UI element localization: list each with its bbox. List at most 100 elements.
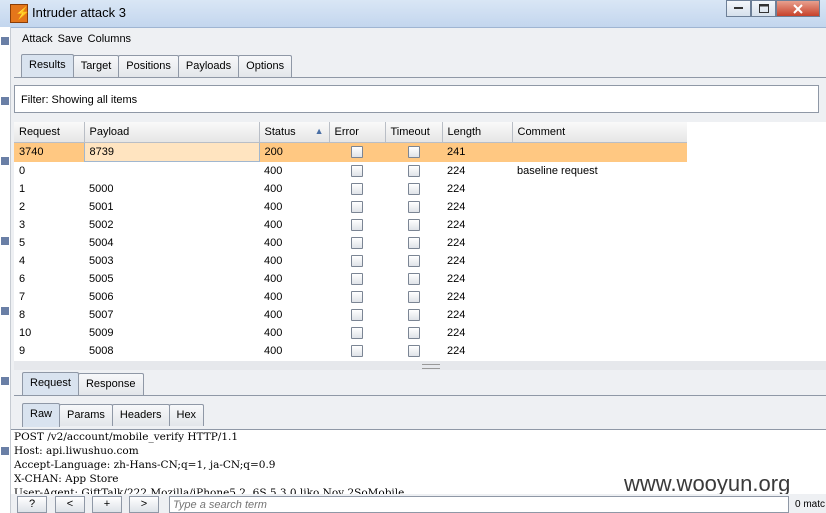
timeout-checkbox[interactable] xyxy=(407,164,420,177)
background-window-edge xyxy=(0,27,11,513)
timeout-checkbox[interactable] xyxy=(407,201,420,214)
search-input[interactable] xyxy=(170,497,763,513)
col-status-label: Status xyxy=(264,126,296,138)
timeout-checkbox[interactable] xyxy=(407,146,420,159)
col-comment[interactable]: Comment xyxy=(512,122,687,143)
filter-label: Filter: Showing all items xyxy=(21,94,138,106)
timeout-checkbox[interactable] xyxy=(407,345,420,358)
error-checkbox[interactable] xyxy=(351,273,363,286)
timeout-checkbox[interactable] xyxy=(407,309,420,322)
table-row[interactable]: 5 5004 400 224 xyxy=(14,234,687,252)
table-row[interactable]: 0 400 224 baseline request xyxy=(14,162,687,181)
col-length[interactable]: Length xyxy=(442,122,513,143)
error-checkbox[interactable] xyxy=(351,255,363,268)
filter-bar[interactable]: Filter: Showing all items xyxy=(14,85,819,113)
error-checkbox[interactable] xyxy=(351,164,363,177)
close-button[interactable] xyxy=(776,0,820,17)
timeout-checkbox[interactable] xyxy=(407,327,420,340)
error-checkbox[interactable] xyxy=(351,345,363,358)
col-timeout[interactable]: Timeout xyxy=(385,122,443,143)
col-error[interactable]: Error xyxy=(329,122,386,143)
request-line: Host: api.liwushuo.com xyxy=(14,445,139,457)
timeout-checkbox[interactable] xyxy=(407,255,420,268)
error-checkbox[interactable] xyxy=(351,327,363,340)
cell-length: 224 xyxy=(447,255,466,267)
cell-comment xyxy=(512,198,687,216)
table-row[interactable]: 1 5000 400 224 xyxy=(14,180,687,198)
timeout-checkbox[interactable] xyxy=(407,219,420,232)
previous-button[interactable]: < xyxy=(55,496,85,513)
col-payload[interactable]: Payload xyxy=(84,122,260,143)
cell-length: 224 xyxy=(447,291,466,303)
minimize-button[interactable] xyxy=(726,0,751,17)
cell-timeout xyxy=(385,142,442,162)
menu-columns[interactable]: Columns xyxy=(88,30,136,48)
table-row[interactable]: 7 5006 400 224 xyxy=(14,288,687,306)
error-checkbox[interactable] xyxy=(351,237,363,250)
tab-request[interactable]: Request xyxy=(22,372,79,396)
col-request[interactable]: Request xyxy=(14,122,85,143)
tab-params[interactable]: Params xyxy=(59,404,113,426)
tab-raw[interactable]: Raw xyxy=(22,403,61,427)
tab-target[interactable]: Target xyxy=(72,55,120,77)
maximize-button[interactable] xyxy=(751,0,776,17)
cell-request: 10 xyxy=(19,327,32,339)
table-header: Request Payload Status ▲ Error Timeout Le… xyxy=(14,122,687,143)
cell-error xyxy=(329,198,385,216)
request-response-tabs: Request Response xyxy=(22,372,144,396)
menu-bar: Attack Save Columns xyxy=(11,30,136,48)
timeout-checkbox[interactable] xyxy=(407,273,420,286)
menu-attack[interactable]: Attack xyxy=(11,30,58,48)
tab-response[interactable]: Response xyxy=(77,373,144,395)
tab-hex[interactable]: Hex xyxy=(168,404,205,426)
error-checkbox[interactable] xyxy=(351,219,363,232)
timeout-checkbox[interactable] xyxy=(407,237,420,250)
table-row[interactable]: 3740 8739 200 241 xyxy=(14,142,687,162)
cell-length: 224 xyxy=(447,201,466,213)
cell-request: 3740 xyxy=(14,142,84,162)
cell-payload: 5002 xyxy=(89,219,114,231)
tab-positions[interactable]: Positions xyxy=(118,55,179,77)
cell-error xyxy=(329,216,385,234)
tab-options[interactable]: Options xyxy=(238,55,293,77)
pane-splitter[interactable] xyxy=(14,361,826,370)
cell-comment xyxy=(512,252,687,270)
table-row[interactable]: 10 5009 400 224 xyxy=(14,324,687,342)
error-checkbox[interactable] xyxy=(351,291,363,304)
error-checkbox[interactable] xyxy=(351,183,363,196)
cell-error xyxy=(329,306,385,324)
cell-status: 400 xyxy=(264,327,283,339)
cell-length: 224 xyxy=(447,345,466,357)
error-checkbox[interactable] xyxy=(351,201,363,214)
tab-headers[interactable]: Headers xyxy=(111,404,170,426)
timeout-checkbox[interactable] xyxy=(407,183,420,196)
error-checkbox[interactable] xyxy=(351,146,363,159)
cell-status: 400 xyxy=(264,255,283,267)
cell-length: 241 xyxy=(442,142,512,162)
cell-request: 4 xyxy=(19,255,26,267)
window-title: Intruder attack 3 xyxy=(32,5,126,20)
cell-status: 400 xyxy=(264,237,283,249)
help-button[interactable]: ? xyxy=(17,496,47,513)
table-row[interactable]: 3 5002 400 224 xyxy=(14,216,687,234)
cell-error xyxy=(329,324,385,342)
add-button[interactable]: + xyxy=(92,496,122,513)
tab-results[interactable]: Results xyxy=(21,54,74,78)
col-status[interactable]: Status ▲ xyxy=(259,122,330,143)
cell-request: 0 xyxy=(19,164,26,177)
match-count: 0 matc xyxy=(795,499,826,510)
table-row[interactable]: 4 5003 400 224 xyxy=(14,252,687,270)
table-row[interactable]: 6 5005 400 224 xyxy=(14,270,687,288)
error-checkbox[interactable] xyxy=(351,309,363,322)
timeout-checkbox[interactable] xyxy=(407,291,420,304)
table-row[interactable]: 8 5007 400 224 xyxy=(14,306,687,324)
table-row[interactable]: 9 5008 400 224 xyxy=(14,342,687,360)
grip-icon xyxy=(422,364,440,369)
cell-timeout xyxy=(385,288,442,306)
tab-payloads[interactable]: Payloads xyxy=(177,55,240,77)
next-button[interactable]: > xyxy=(129,496,159,513)
menu-save[interactable]: Save xyxy=(58,30,88,48)
cell-payload: 5009 xyxy=(89,327,114,339)
cell-status: 400 xyxy=(264,291,283,303)
table-row[interactable]: 2 5001 400 224 xyxy=(14,198,687,216)
